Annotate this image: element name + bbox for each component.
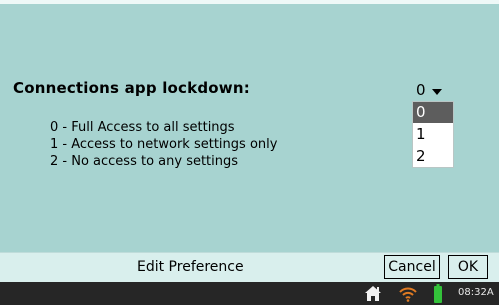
status-bar: 08:32A: [0, 282, 499, 305]
option-description-0: 0 - Full Access to all settings: [50, 120, 235, 135]
dropdown-option-1[interactable]: 1: [413, 124, 453, 145]
ok-button[interactable]: OK: [448, 255, 488, 279]
dialog-title: Edit Preference: [137, 259, 244, 275]
dropdown-list: 0 1 2: [412, 101, 454, 168]
dropdown-option-2[interactable]: 2: [413, 146, 453, 167]
lockdown-select[interactable]: 0: [412, 80, 454, 101]
button-bar: Edit Preference Cancel OK: [0, 252, 499, 282]
status-clock: 08:32A: [458, 287, 494, 298]
cancel-button[interactable]: Cancel: [384, 255, 440, 279]
battery-icon: [434, 284, 442, 303]
wifi-icon: [399, 287, 417, 302]
option-description-1: 1 - Access to network settings only: [50, 137, 278, 152]
home-icon[interactable]: [364, 285, 382, 302]
preference-title: Connections app lockdown:: [13, 79, 250, 97]
option-description-2: 2 - No access to any settings: [50, 154, 239, 169]
dropdown-option-0[interactable]: 0: [413, 102, 453, 123]
chevron-down-icon: [432, 89, 442, 95]
select-value: 0: [416, 81, 426, 99]
